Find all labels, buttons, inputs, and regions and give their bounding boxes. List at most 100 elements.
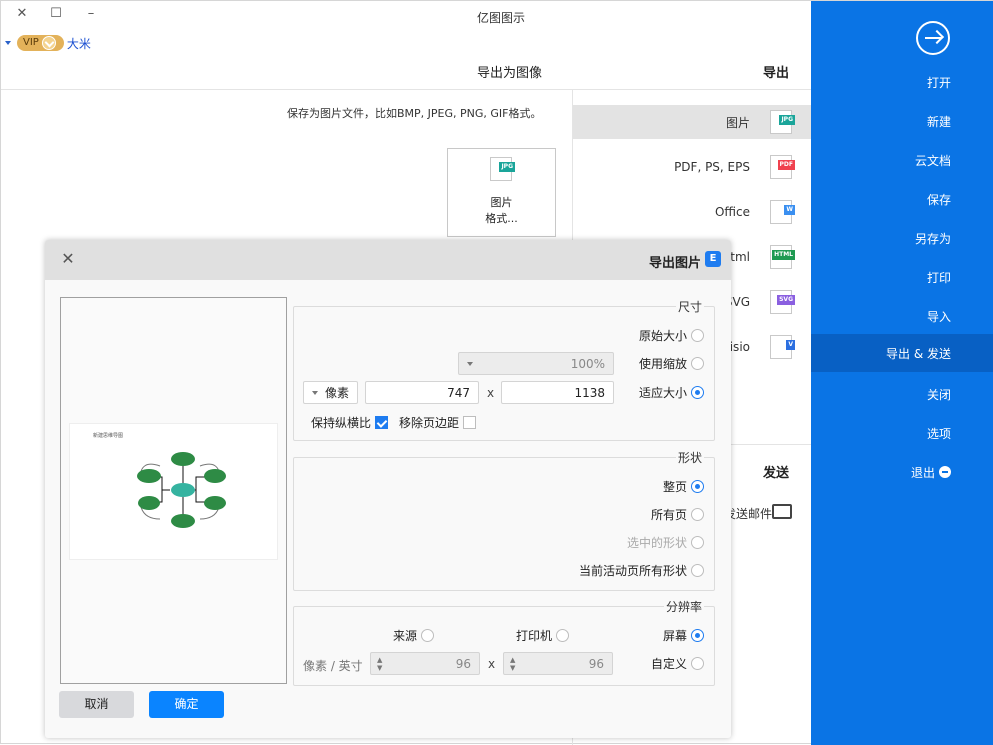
mindmap-node: [204, 469, 226, 483]
export-section-title: 导出: [763, 66, 790, 81]
dialog-title: 导出图片: [649, 256, 702, 271]
mail-icon: [772, 504, 792, 519]
panel-header: 导出为图像 导出: [1, 56, 811, 90]
sidebar-item-save-as[interactable]: 另存为: [811, 219, 993, 257]
radio-button[interactable]: [691, 629, 704, 642]
word-file-icon: W: [770, 200, 795, 224]
shape-legend: 形状: [675, 449, 704, 466]
format-item-image[interactable]: 图片 JPG: [573, 105, 812, 139]
sidebar-item-export-send[interactable]: 导出 & 发送: [811, 334, 993, 372]
radio-whole-page[interactable]: 整页: [663, 478, 704, 495]
sidebar-item-new[interactable]: 新建: [811, 102, 993, 140]
dpi-y-stepper[interactable]: ▲ ▼ 96: [370, 652, 480, 675]
times-label: x: [488, 657, 496, 671]
send-email-item[interactable]: 发送邮件: [723, 500, 812, 526]
chevron-down-icon: [5, 41, 11, 45]
mindmap-node: [204, 496, 226, 510]
radio-button[interactable]: [691, 386, 704, 399]
radio-original-size[interactable]: 原始大小: [639, 327, 704, 344]
username[interactable]: 大米: [67, 35, 91, 52]
unit-dropdown[interactable]: 像素: [303, 381, 358, 404]
send-label: 发送邮件: [723, 507, 772, 521]
format-label: PDF, PS, EPS: [674, 160, 750, 174]
radio-button[interactable]: [421, 629, 434, 642]
cancel-button[interactable]: 取消: [59, 691, 134, 718]
jpg-file-icon: JPG: [490, 157, 515, 181]
times-label: x: [487, 386, 495, 400]
radio-button: [691, 536, 704, 549]
sidebar-item-save[interactable]: 保存: [811, 180, 993, 218]
vip-diamond-icon: [41, 36, 56, 50]
radio-button[interactable]: [691, 508, 704, 521]
back-arrow-icon[interactable]: [916, 21, 950, 55]
height-input[interactable]: 747: [365, 381, 479, 404]
mindmap-preview: 新建思维导图: [93, 432, 226, 528]
radio-button[interactable]: [691, 329, 704, 342]
user-menu[interactable]: VIP 大米: [5, 34, 91, 52]
radio-button[interactable]: [691, 480, 704, 493]
radio-active-page-shapes[interactable]: 当前活动页所有形状: [579, 562, 704, 579]
dpi-x-stepper[interactable]: ▲ ▼ 96: [503, 652, 613, 675]
mindmap-node: [171, 514, 195, 528]
format-description: 保存为图片文件，比如BMP, JPEG, PNG, GIF格式。: [287, 107, 542, 120]
format-label: Office: [714, 205, 750, 219]
vip-badge[interactable]: VIP: [17, 35, 64, 51]
format-item-office[interactable]: Office W: [573, 195, 812, 229]
dpi-unit-label: 像素 / 英寸: [303, 659, 363, 673]
shape-group: 形状 整页 所有页 选中的形状 当前活动页所有形状: [293, 449, 715, 591]
radio-use-zoom[interactable]: 使用缩放: [639, 355, 704, 372]
app-title: 亿图图示: [477, 11, 526, 25]
sidebar-item-options[interactable]: 选项: [811, 414, 993, 452]
radio-button[interactable]: [691, 657, 704, 670]
minimize-button[interactable]: –: [81, 6, 101, 24]
close-window-button[interactable]: ✕: [12, 6, 32, 24]
export-preview: 新建思维导图: [60, 297, 287, 684]
sidebar-item-print[interactable]: 打印: [811, 258, 993, 296]
app-window: ✕ ☐ – 亿图图示 VIP 大米 导出为图像 导出 保存为图片文件，比如BMP…: [0, 0, 993, 745]
sidebar-item-open[interactable]: 打开: [811, 63, 993, 101]
send-section-title: 发送: [763, 466, 790, 481]
ok-button[interactable]: 确定: [149, 691, 224, 718]
width-input[interactable]: 1138: [501, 381, 614, 404]
radio-screen[interactable]: 屏幕: [663, 627, 704, 644]
resolution-legend: 分辨率: [663, 598, 704, 615]
zoom-dropdown[interactable]: 100%: [458, 352, 614, 375]
image-format-card[interactable]: JPG 图片 格式...: [447, 148, 556, 237]
format-item-pdf[interactable]: PDF, PS, EPS PDF: [573, 150, 812, 184]
mindmap-node: [137, 469, 161, 483]
keep-ratio-checkbox[interactable]: 保持纵横比: [311, 414, 389, 431]
close-icon[interactable]: ✕: [59, 250, 77, 268]
radio-button[interactable]: [691, 357, 704, 370]
spinner-icon[interactable]: ▲ ▼: [377, 656, 382, 672]
mindmap-node: [138, 496, 160, 510]
sidebar-item-close[interactable]: 关闭: [811, 375, 993, 413]
radio-button[interactable]: [556, 629, 569, 642]
chevron-down-icon: [312, 391, 318, 395]
radio-custom[interactable]: 自定义: [651, 655, 704, 672]
jpg-file-icon: JPG: [770, 110, 795, 134]
maximize-button[interactable]: ☐: [46, 6, 66, 24]
resolution-group: 分辨率 屏幕 打印机 来源 自定义 ▲ ▼ 96 x ▲ ▼ 96 像素 / 英寸: [293, 598, 715, 686]
radio-all-pages[interactable]: 所有页: [651, 506, 704, 523]
file-sidebar: 打开 新建 云文档 保存 另存为 打印 导入 导出 & 发送 关闭 选项 退出: [811, 1, 993, 745]
exit-icon: [939, 466, 951, 478]
radio-source[interactable]: 来源: [393, 627, 434, 644]
html-file-icon: HTML: [770, 245, 795, 269]
dialog-header: ✕ 导出图片 E: [45, 240, 731, 280]
file-tag: JPG: [499, 162, 515, 172]
sidebar-item-cloud[interactable]: 云文档: [811, 141, 993, 179]
size-legend: 尺寸: [675, 298, 704, 315]
checkbox[interactable]: [375, 416, 389, 429]
radio-button[interactable]: [691, 564, 704, 577]
mindmap-center-node: [171, 483, 195, 497]
radio-fit-size[interactable]: 适应大小: [639, 384, 704, 401]
export-image-dialog: ✕ 导出图片 E 新建思维导图 尺寸 原始大小 使用缩放 适应大小 100% 1…: [45, 240, 731, 738]
visio-file-icon: V: [770, 335, 795, 359]
radio-printer[interactable]: 打印机: [516, 627, 569, 644]
format-label: 图片: [725, 115, 750, 130]
remove-margin-checkbox[interactable]: 移除页边距: [399, 414, 477, 431]
checkbox[interactable]: [463, 416, 477, 429]
sidebar-item-import[interactable]: 导入: [811, 297, 993, 335]
spinner-icon[interactable]: ▲ ▼: [510, 656, 515, 672]
sidebar-item-exit[interactable]: 退出: [811, 453, 993, 491]
